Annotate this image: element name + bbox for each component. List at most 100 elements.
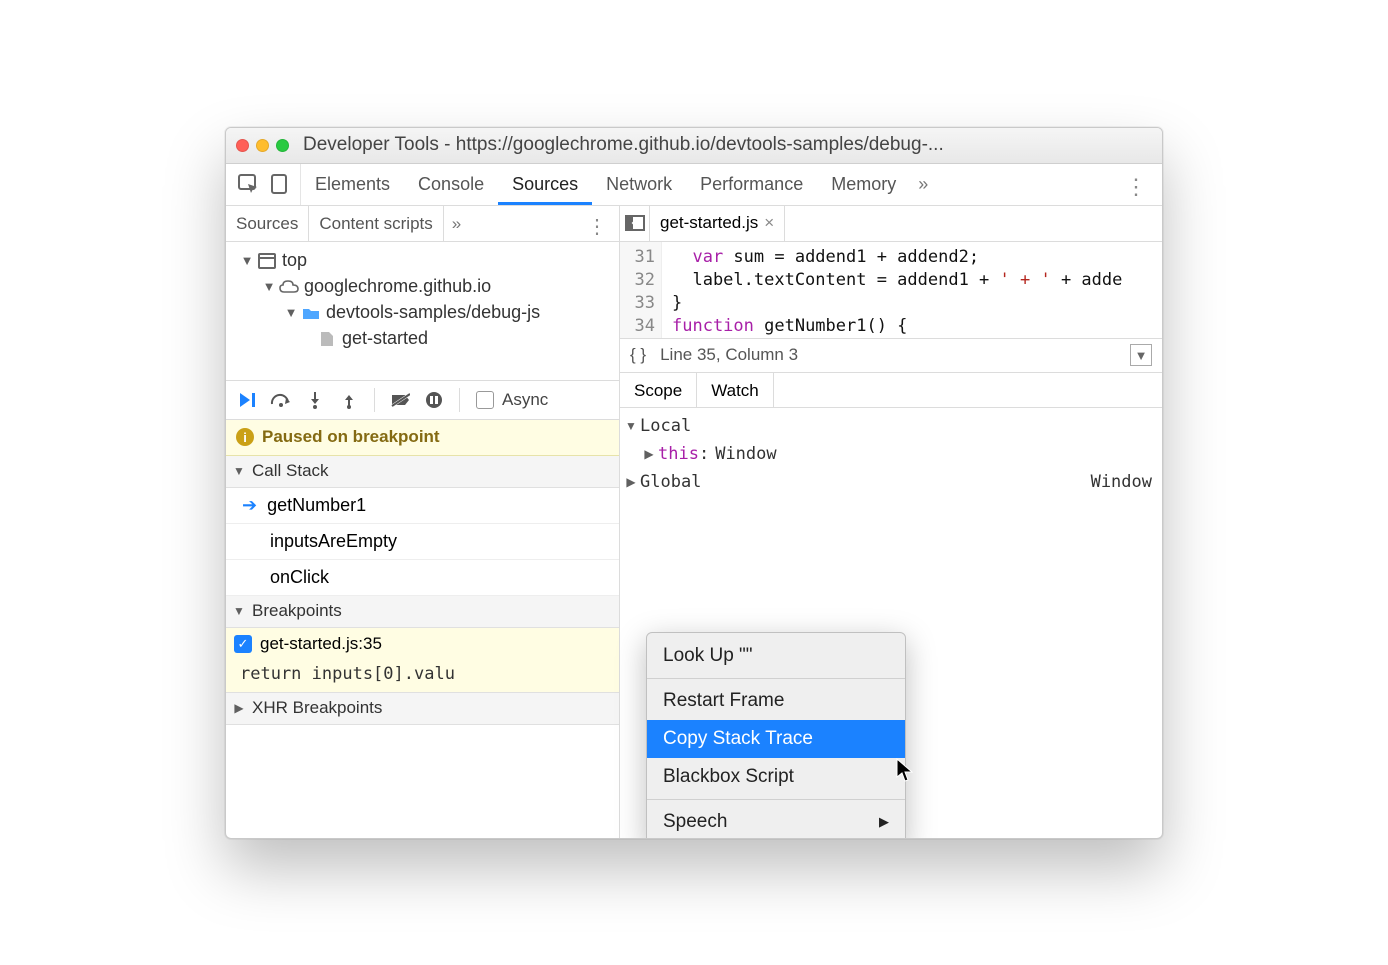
tab-network[interactable]: Network: [592, 164, 686, 205]
tab-watch[interactable]: Watch: [697, 373, 774, 407]
ctx-restart-frame[interactable]: Restart Frame: [647, 682, 905, 720]
navigator-pane: Sources Content scripts » ⋮ top: [226, 206, 620, 838]
device-toggle-icon[interactable]: [270, 174, 288, 194]
step-over-icon[interactable]: [268, 388, 294, 412]
ctx-speech[interactable]: Speech: [647, 803, 905, 839]
twisty-right-icon: [232, 701, 246, 715]
async-checkbox[interactable]: Async: [476, 390, 548, 410]
deactivate-breakpoints-icon[interactable]: [387, 388, 413, 412]
callstack-frame[interactable]: onClick: [226, 560, 619, 596]
cloud-icon: [278, 278, 300, 296]
scope-global[interactable]: Global Window: [620, 468, 1162, 496]
code-lines: var sum = addend1 + addend2; label.textC…: [662, 242, 1122, 338]
step-into-icon[interactable]: [302, 388, 328, 412]
paused-banner: i Paused on breakpoint: [226, 420, 619, 456]
twisty-down-icon: [624, 419, 638, 433]
file-icon: [316, 330, 338, 348]
line-numbers: 31323334: [620, 242, 662, 338]
resume-icon[interactable]: [234, 388, 260, 412]
twisty-down-icon: [240, 253, 254, 268]
ctx-blackbox-script[interactable]: Blackbox Script: [647, 758, 905, 796]
tab-console[interactable]: Console: [404, 164, 498, 205]
editor-tabs: get-started.js ×: [620, 206, 1162, 242]
file-tree: top googlechrome.github.io devtools-samp…: [226, 242, 619, 380]
code-editor[interactable]: 31323334 var sum = addend1 + addend2; la…: [620, 242, 1162, 338]
folder-icon: [300, 304, 322, 322]
mouse-cursor-icon: [896, 758, 914, 782]
debugger-toolbar: Async: [226, 380, 619, 420]
tree-file-label: get-started: [342, 328, 428, 349]
twisty-right-icon: [642, 447, 656, 461]
tree-top-label: top: [282, 250, 307, 271]
editor-tab-file[interactable]: get-started.js ×: [650, 205, 785, 241]
devtools-top-toolbar: Elements Console Sources Network Perform…: [226, 164, 1162, 206]
twisty-down-icon: [284, 305, 298, 320]
tree-domain-label: googlechrome.github.io: [304, 276, 491, 297]
close-tab-icon[interactable]: ×: [764, 213, 774, 233]
chevron-down-icon[interactable]: ▼: [1130, 344, 1152, 366]
step-out-icon[interactable]: [336, 388, 362, 412]
breakpoints-list: ✓ get-started.js:35 return inputs[0].val…: [226, 628, 619, 693]
tab-performance[interactable]: Performance: [686, 164, 817, 205]
breakpoints-title: Breakpoints: [252, 601, 342, 621]
tabs-overflow-icon[interactable]: »: [910, 164, 936, 205]
twisty-down-icon: [232, 464, 246, 478]
xhr-breakpoints-header[interactable]: XHR Breakpoints: [226, 693, 619, 725]
scope-watch-tabs: Scope Watch: [620, 372, 1162, 408]
twisty-down-icon: [262, 279, 276, 294]
format-icon[interactable]: { }: [630, 345, 646, 365]
breakpoint-row[interactable]: ✓ get-started.js:35: [226, 628, 619, 660]
xhr-breakpoints-title: XHR Breakpoints: [252, 698, 382, 718]
arrow-right-icon: ➔: [242, 495, 257, 516]
callstack-frame-current[interactable]: ➔ getNumber1: [226, 488, 619, 524]
tab-memory[interactable]: Memory: [817, 164, 910, 205]
checkbox-icon: [476, 391, 494, 409]
breakpoint-label: get-started.js:35: [260, 634, 382, 654]
maximize-window-button[interactable]: [276, 139, 289, 152]
window-controls: [236, 139, 289, 152]
tree-file[interactable]: get-started: [230, 326, 615, 352]
callstack-header[interactable]: Call Stack: [226, 456, 619, 488]
pause-on-exceptions-icon[interactable]: [421, 388, 447, 412]
devtools-menu-icon[interactable]: ⋮: [1111, 164, 1162, 205]
minimize-window-button[interactable]: [256, 139, 269, 152]
editor-statusbar: { } Line 35, Column 3 ▼: [620, 338, 1162, 372]
callstack-list: ➔ getNumber1 inputsAreEmpty onClick: [226, 488, 619, 596]
tab-elements[interactable]: Elements: [301, 164, 404, 205]
scope-local[interactable]: Local: [620, 412, 1162, 440]
tree-folder-label: devtools-samples/debug-js: [326, 302, 540, 323]
paused-text: Paused on breakpoint: [262, 427, 440, 447]
async-label: Async: [502, 390, 548, 410]
cursor-position: Line 35, Column 3: [660, 345, 798, 365]
devtools-tabs: Elements Console Sources Network Perform…: [301, 164, 1111, 205]
titlebar: Developer Tools - https://googlechrome.g…: [226, 128, 1162, 164]
breakpoints-header[interactable]: Breakpoints: [226, 596, 619, 628]
tree-folder[interactable]: devtools-samples/debug-js: [230, 300, 615, 326]
navtab-sources[interactable]: Sources: [226, 206, 309, 241]
window-icon: [256, 252, 278, 270]
scope-this[interactable]: this: Window: [620, 440, 1162, 468]
checkbox-checked-icon[interactable]: ✓: [234, 635, 252, 653]
twisty-down-icon: [232, 604, 246, 618]
tree-top[interactable]: top: [230, 248, 615, 274]
navigator-tabs: Sources Content scripts » ⋮: [226, 206, 619, 242]
ctx-lookup[interactable]: Look Up "": [647, 637, 905, 675]
navigator-menu-icon[interactable]: ⋮: [575, 206, 619, 241]
devtools-window: Developer Tools - https://googlechrome.g…: [225, 127, 1163, 839]
callstack-frame[interactable]: inputsAreEmpty: [226, 524, 619, 560]
context-menu: Look Up "" Restart Frame Copy Stack Trac…: [646, 632, 906, 839]
close-window-button[interactable]: [236, 139, 249, 152]
navtabs-overflow-icon[interactable]: »: [444, 206, 469, 241]
editor-filename: get-started.js: [660, 213, 758, 233]
window-title: Developer Tools - https://googlechrome.g…: [303, 134, 944, 156]
callstack-title: Call Stack: [252, 461, 329, 481]
ctx-copy-stack-trace[interactable]: Copy Stack Trace: [647, 720, 905, 758]
tree-domain[interactable]: googlechrome.github.io: [230, 274, 615, 300]
scope-body: Local this: Window Global Window: [620, 408, 1162, 500]
inspect-element-icon[interactable]: [238, 174, 258, 194]
twisty-right-icon: [624, 475, 638, 489]
tab-scope[interactable]: Scope: [620, 373, 697, 407]
nav-panel-toggle-icon[interactable]: [620, 205, 650, 241]
navtab-content-scripts[interactable]: Content scripts: [309, 206, 443, 241]
tab-sources[interactable]: Sources: [498, 164, 592, 205]
